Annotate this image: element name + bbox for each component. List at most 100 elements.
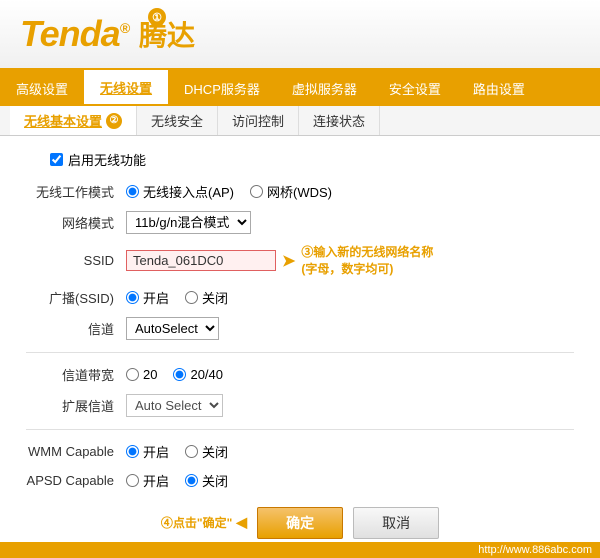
step1-circle: ① (148, 8, 166, 26)
work-mode-label: 无线工作模式 (20, 177, 120, 206)
nav-security[interactable]: 安全设置 (373, 70, 457, 106)
divider-row-1 (20, 345, 580, 360)
wmm-off-option[interactable]: 关闭 (185, 442, 228, 461)
broadcast-radio-group: 开启 关闭 (126, 288, 574, 307)
wmm-off-radio[interactable] (185, 445, 198, 458)
main-nav: 高级设置 无线设置 DHCP服务器 虚拟服务器 安全设置 路由设置 (0, 70, 600, 106)
work-mode-ap-radio[interactable] (126, 185, 139, 198)
afsd-on-radio[interactable] (126, 474, 139, 487)
broadcast-off-option[interactable]: 关闭 (185, 288, 228, 307)
nav-virtual-server[interactable]: 虚拟服务器 (276, 70, 373, 106)
logo-reg: ® (120, 20, 129, 36)
network-mode-label: 网络模式 (20, 206, 120, 239)
wmm-row: WMM Capable 开启 关闭 (20, 437, 580, 466)
settings-table: 无线工作模式 无线接入点(AP) 网桥(WDS) 网络模式 (20, 177, 580, 495)
confirm-annotation-text: ④点击"确定" (161, 514, 232, 531)
channel-bw-radio-group: 20 20/40 (126, 367, 574, 382)
broadcast-off-label: 关闭 (202, 288, 228, 307)
network-mode-select[interactable]: 11b/g/n混合模式 11b模式 11g模式 11n模式 (126, 211, 251, 234)
enable-wireless-label[interactable]: 启用无线功能 (68, 150, 146, 169)
enable-wireless-checkbox[interactable] (50, 153, 63, 166)
channel-bw-2040-label: 20/40 (190, 367, 223, 382)
channel-select[interactable]: AutoSelect 1 2 3 (126, 317, 219, 340)
wmm-radio-group: 开启 关闭 (126, 442, 574, 461)
subnav-connection-status[interactable]: 连接状态 (299, 106, 380, 135)
network-mode-row: 网络模式 11b/g/n混合模式 11b模式 11g模式 11n模式 (20, 206, 580, 239)
logo-en: Tenda® (20, 13, 129, 55)
afsd-radio-group: 开启 关闭 (126, 471, 574, 490)
nav-advanced[interactable]: 高级设置 (0, 70, 84, 106)
afsd-off-option[interactable]: 关闭 (185, 471, 228, 490)
channel-bw-label: 信道带宽 (20, 360, 120, 389)
broadcast-off-radio[interactable] (185, 291, 198, 304)
enable-wireless-row: 启用无线功能 (50, 150, 580, 169)
afsd-value: 开启 关闭 (120, 466, 580, 495)
header: Tenda® 腾达 ① (0, 0, 600, 70)
footer: http://www.886abc.com (0, 542, 600, 558)
button-row: ④点击"确定" ◀ 确定 取消 (20, 507, 580, 539)
afsd-off-radio[interactable] (185, 474, 198, 487)
channel-bw-20-option[interactable]: 20 (126, 367, 157, 382)
channel-bw-row: 信道带宽 20 20/40 (20, 360, 580, 389)
work-mode-ap-label: 无线接入点(AP) (143, 182, 234, 201)
work-mode-wds-label: 网桥(WDS) (267, 182, 332, 201)
ssid-row: SSID ➤ ③输入新的无线网络名称(字母，数字均可) (20, 239, 580, 283)
divider-row-2 (20, 422, 580, 437)
work-mode-wds-radio[interactable] (250, 185, 263, 198)
channel-value: AutoSelect 1 2 3 (120, 312, 580, 345)
channel-bw-2040-radio[interactable] (173, 368, 186, 381)
confirm-annotation-wrap: ④点击"确定" ◀ (161, 514, 247, 531)
footer-url: http://www.886abc.com (478, 544, 592, 556)
afsd-row: APSD Capable 开启 关闭 (20, 466, 580, 495)
step2-circle: ② (106, 113, 122, 129)
wmm-on-radio[interactable] (126, 445, 139, 458)
broadcast-row: 广播(SSID) 开启 关闭 (20, 283, 580, 312)
ssid-arrow-icon: ➤ (282, 251, 295, 271)
subnav-security[interactable]: 无线安全 (137, 106, 218, 135)
ssid-annotation-text: ③输入新的无线网络名称(字母，数字均可) (301, 244, 433, 278)
nav-dhcp[interactable]: DHCP服务器 (168, 70, 276, 106)
work-mode-row: 无线工作模式 无线接入点(AP) 网桥(WDS) (20, 177, 580, 206)
ssid-input[interactable] (126, 250, 276, 271)
broadcast-value: 开启 关闭 (120, 283, 580, 312)
ssid-annotation-wrap: ➤ ③输入新的无线网络名称(字母，数字均可) (126, 244, 574, 278)
channel-bw-2040-option[interactable]: 20/40 (173, 367, 223, 382)
work-mode-ap-option[interactable]: 无线接入点(AP) (126, 182, 234, 201)
ssid-value: ➤ ③输入新的无线网络名称(字母，数字均可) (120, 239, 580, 283)
sub-nav: 无线基本设置② 无线安全 访问控制 连接状态 (0, 106, 600, 136)
wmm-on-label: 开启 (143, 442, 169, 461)
channel-bw-value: 20 20/40 (120, 360, 580, 389)
channel-bw-20-radio[interactable] (126, 368, 139, 381)
ext-channel-label: 扩展信道 (20, 389, 120, 422)
subnav-access-control[interactable]: 访问控制 (218, 106, 299, 135)
broadcast-on-option[interactable]: 开启 (126, 288, 169, 307)
content-area: 启用无线功能 无线工作模式 无线接入点(AP) 网桥(WDS) (0, 136, 600, 549)
network-mode-value: 11b/g/n混合模式 11b模式 11g模式 11n模式 (120, 206, 580, 239)
broadcast-on-radio[interactable] (126, 291, 139, 304)
broadcast-on-label: 开启 (143, 288, 169, 307)
channel-row: 信道 AutoSelect 1 2 3 (20, 312, 580, 345)
wmm-on-option[interactable]: 开启 (126, 442, 169, 461)
ext-channel-value: Auto Select (120, 389, 580, 422)
confirm-arrow-icon: ◀ (236, 514, 247, 531)
afsd-on-label: 开启 (143, 471, 169, 490)
work-mode-wds-option[interactable]: 网桥(WDS) (250, 182, 332, 201)
ext-channel-select[interactable]: Auto Select (126, 394, 223, 417)
nav-wireless[interactable]: 无线设置 (84, 70, 168, 106)
work-mode-value: 无线接入点(AP) 网桥(WDS) (120, 177, 580, 206)
cancel-button[interactable]: 取消 (353, 507, 439, 539)
work-mode-radio-group: 无线接入点(AP) 网桥(WDS) (126, 182, 574, 201)
nav-routing[interactable]: 路由设置 (457, 70, 541, 106)
ssid-label: SSID (20, 239, 120, 283)
subnav-basic[interactable]: 无线基本设置② (10, 106, 137, 135)
ext-channel-row: 扩展信道 Auto Select (20, 389, 580, 422)
wmm-off-label: 关闭 (202, 442, 228, 461)
wmm-label: WMM Capable (20, 437, 120, 466)
channel-label: 信道 (20, 312, 120, 345)
channel-bw-20-label: 20 (143, 367, 157, 382)
wmm-value: 开启 关闭 (120, 437, 580, 466)
confirm-button[interactable]: 确定 (257, 507, 343, 539)
broadcast-label: 广播(SSID) (20, 283, 120, 312)
afsd-on-option[interactable]: 开启 (126, 471, 169, 490)
afsd-label: APSD Capable (20, 466, 120, 495)
